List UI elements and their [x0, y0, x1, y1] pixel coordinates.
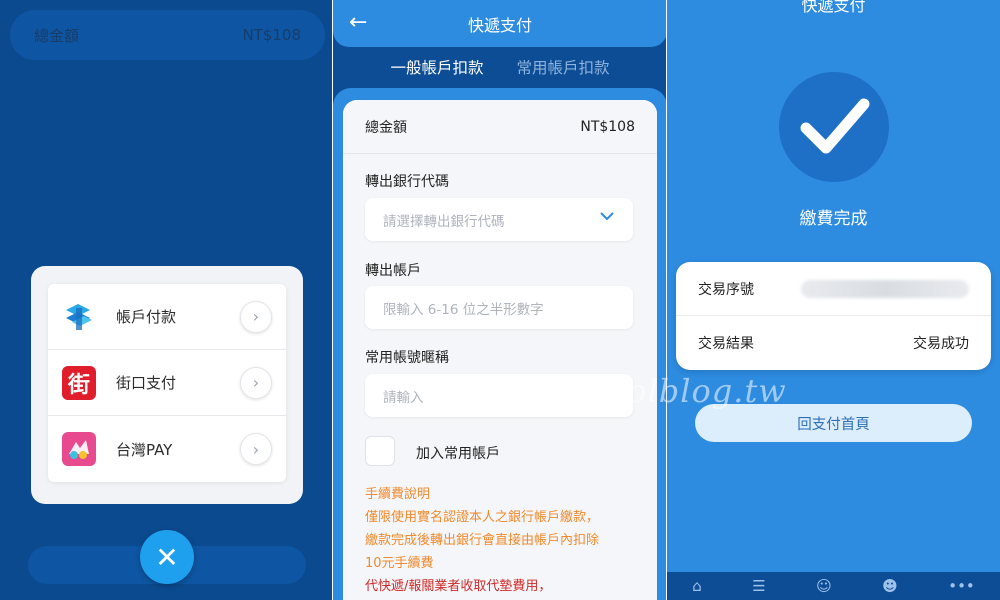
home-icon[interactable]: ⌂	[692, 577, 702, 595]
txn-result-row: 交易結果 交易成功	[676, 316, 991, 370]
payment-method-panel: 總金額 NT$108 帳戶付款 › 街 街口支付 › 台灣PAY › ✕	[0, 0, 333, 600]
close-icon: ✕	[155, 540, 179, 574]
save-account-checkbox[interactable]	[365, 436, 395, 466]
payment-options-list: 帳戶付款 › 街 街口支付 › 台灣PAY ›	[48, 284, 286, 482]
payment-option-label: 台灣PAY	[116, 440, 173, 459]
fee-note-title: 手續費說明	[365, 487, 431, 502]
payment-success-panel: 快遞支付 繳費完成 交易序號 交易結果 交易成功 回支付首頁 ⌂ ☰ ☺ ☻ •…	[667, 0, 1000, 600]
bank-code-placeholder: 請選擇轉出銀行代碼	[383, 213, 505, 230]
bank-transfer-panel: ← 快遞支付 一般帳戶扣款 常用帳戶扣款 總金額 NT$108 轉出銀行代碼 請…	[333, 0, 667, 600]
chevron-right-icon[interactable]: ›	[240, 300, 272, 333]
list-icon[interactable]: ☰	[752, 577, 765, 595]
payment-option-account[interactable]: 帳戶付款 ›	[48, 284, 286, 350]
txn-number-redacted	[801, 279, 969, 298]
smile-icon[interactable]: ☺	[816, 577, 832, 595]
watermark: carolblog.tw	[572, 372, 787, 410]
tab-saved-account[interactable]: 常用帳戶扣款	[517, 56, 610, 84]
payment-options-sheet: 帳戶付款 › 街 街口支付 › 台灣PAY ›	[31, 266, 303, 504]
total-label: 總金額	[34, 26, 80, 45]
app-header: ← 快遞支付	[333, 0, 667, 47]
txn-number-label: 交易序號	[698, 281, 754, 298]
more-icon[interactable]: •••	[948, 577, 975, 595]
bottom-nav: ⌂ ☰ ☺ ☻ •••	[667, 572, 1000, 600]
face-icon[interactable]: ☻	[882, 577, 898, 595]
transaction-card: 交易序號 交易結果 交易成功	[676, 262, 991, 370]
success-check-icon	[779, 72, 889, 182]
total-amount-bar: 總金額 NT$108	[10, 10, 325, 60]
txn-result-label: 交易結果	[698, 336, 754, 352]
fee-note-line: 繳款完成後轉出銀行會直接由帳戶內扣除	[365, 533, 600, 548]
jkopay-icon: 街	[62, 365, 96, 400]
back-arrow-icon[interactable]: ←	[349, 10, 367, 35]
page-title: 快遞支付	[467, 15, 532, 35]
total-label: 總金額	[365, 119, 407, 136]
payment-form: 總金額 NT$108 轉出銀行代碼 請選擇轉出銀行代碼 轉出帳戶 限輸入 6-1…	[343, 100, 657, 600]
save-account-label: 加入常用帳戶	[416, 446, 500, 462]
account-label: 轉出帳戶	[365, 263, 421, 279]
tab-bar: 一般帳戶扣款 常用帳戶扣款	[333, 56, 667, 84]
total-row: 總金額 NT$108	[343, 100, 657, 154]
nickname-placeholder: 請輸入	[383, 389, 424, 406]
fee-note-line: 10元手續費	[365, 556, 434, 571]
bank-code-label: 轉出銀行代碼	[365, 174, 449, 190]
payment-option-taiwanpay[interactable]: 台灣PAY ›	[48, 416, 286, 482]
fee-note-warning: 代快遞/報關業者收取代墊費用，	[365, 579, 552, 594]
payment-option-jkopay[interactable]: 街 街口支付 ›	[48, 350, 286, 416]
payment-option-label: 街口支付	[116, 374, 177, 392]
chevron-down-icon	[599, 208, 615, 228]
tab-general-account[interactable]: 一般帳戶扣款	[390, 56, 483, 84]
fee-note-line: 僅限使用實名認證本人之銀行帳戶繳款，	[365, 510, 600, 525]
account-placeholder: 限輸入 6-16 位之半形數字	[383, 301, 544, 318]
taiwan-pay-icon	[62, 432, 96, 466]
total-value: NT$108	[580, 118, 635, 135]
total-value: NT$108	[242, 26, 301, 44]
chevron-right-icon[interactable]: ›	[240, 433, 272, 465]
chevron-right-icon[interactable]: ›	[240, 366, 272, 399]
page-title: 快遞支付	[801, 0, 866, 15]
bank-code-select[interactable]: 請選擇轉出銀行代碼	[365, 198, 633, 241]
txn-result-value: 交易成功	[913, 336, 969, 352]
account-transfer-icon	[62, 300, 96, 334]
nickname-label: 常用帳號暱稱	[365, 350, 449, 366]
txn-number-row: 交易序號	[676, 262, 991, 316]
payment-status: 繳費完成	[799, 209, 868, 229]
account-input[interactable]: 限輸入 6-16 位之半形數字	[365, 286, 633, 329]
payment-option-label: 帳戶付款	[116, 308, 177, 326]
close-button[interactable]: ✕	[140, 530, 194, 584]
